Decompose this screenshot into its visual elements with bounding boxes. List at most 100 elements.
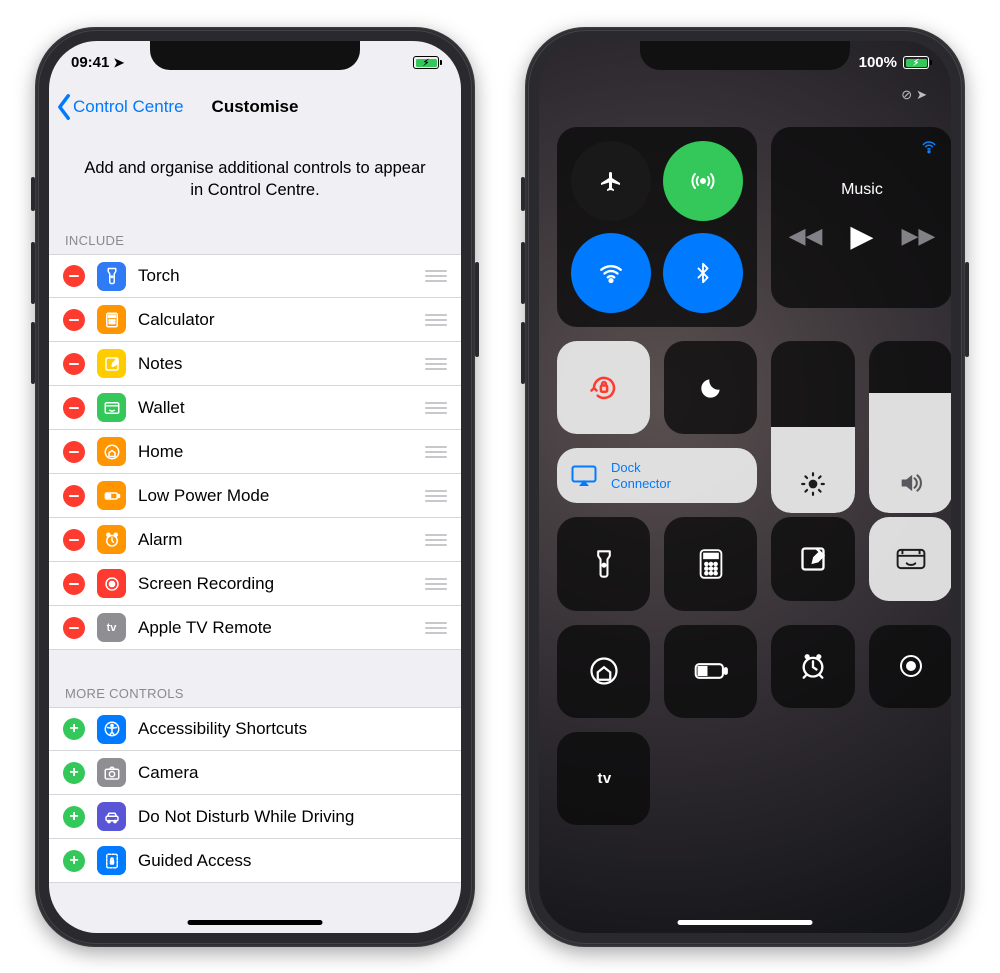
control-row-calculator: Calculator <box>49 298 461 342</box>
control-row-record: Screen Recording <box>49 562 461 606</box>
music-widget[interactable]: Music ◀◀ ▶ ▶▶ <box>771 127 951 308</box>
airplay-icon <box>920 139 938 157</box>
back-button[interactable]: Control Centre <box>51 93 184 121</box>
battery-icon: ⚡︎ <box>413 56 439 69</box>
location-status-icon: ➤ <box>916 87 927 103</box>
location-icon: ➤ <box>113 55 124 71</box>
section-header-more: MORE CONTROLS <box>49 680 461 707</box>
page-description: Add and organise additional controls to … <box>49 129 461 228</box>
mirror-line2: Connector <box>611 476 671 492</box>
screen-mirroring-button[interactable]: Dock Connector <box>557 448 757 503</box>
orientation-lock-status-icon: ⊘ <box>901 87 912 103</box>
nav-bar: Control Centre Customise <box>49 85 461 129</box>
calculator-button[interactable] <box>664 517 757 610</box>
control-row-notes: Notes <box>49 342 461 386</box>
orientation-lock-toggle[interactable] <box>557 341 650 434</box>
alarm-icon <box>97 525 126 554</box>
add-button[interactable] <box>63 850 85 872</box>
volume-slider[interactable] <box>869 341 951 513</box>
remove-button[interactable] <box>63 265 85 287</box>
remove-button[interactable] <box>63 529 85 551</box>
remove-button[interactable] <box>63 441 85 463</box>
camera-icon <box>97 758 126 787</box>
screen-recording-button[interactable] <box>869 625 951 709</box>
home-indicator[interactable] <box>188 920 323 925</box>
iphone-frame-settings: 09:41 ➤ ⚡︎ Control Centre Customise Add … <box>35 27 475 947</box>
car-icon <box>97 802 126 831</box>
guided-icon <box>97 846 126 875</box>
control-label: Torch <box>138 266 413 286</box>
apple-tv-remote-button[interactable]: tv <box>557 732 650 825</box>
calculator-icon <box>97 305 126 334</box>
control-label: Accessibility Shortcuts <box>138 719 447 739</box>
control-label: Apple TV Remote <box>138 618 413 638</box>
do-not-disturb-toggle[interactable] <box>664 341 757 434</box>
remove-button[interactable] <box>63 573 85 595</box>
iphone-frame-control-centre: 100% ⚡︎ ⊘ ➤ <box>525 27 965 947</box>
control-row-alarm: Alarm <box>49 518 461 562</box>
wallet-button[interactable] <box>869 517 951 601</box>
control-label: Guided Access <box>138 851 447 871</box>
torch-icon <box>97 262 126 291</box>
control-label: Camera <box>138 763 447 783</box>
connectivity-group <box>557 127 757 327</box>
control-label: Screen Recording <box>138 574 413 594</box>
record-icon <box>900 655 922 677</box>
notes-button[interactable] <box>771 517 855 601</box>
remove-button[interactable] <box>63 485 85 507</box>
control-row-car: Do Not Disturb While Driving <box>49 795 461 839</box>
add-button[interactable] <box>63 718 85 740</box>
control-label: Alarm <box>138 530 413 550</box>
brightness-slider[interactable] <box>771 341 855 513</box>
control-row-home: Home <box>49 430 461 474</box>
control-row-guided: Guided Access <box>49 839 461 883</box>
accessibility-icon <box>97 715 126 744</box>
drag-handle[interactable] <box>425 578 447 590</box>
low-power-mode-button[interactable] <box>664 625 757 718</box>
drag-handle[interactable] <box>425 358 447 370</box>
section-header-include: INCLUDE <box>49 227 461 254</box>
torch-button[interactable] <box>557 517 650 610</box>
drag-handle[interactable] <box>425 490 447 502</box>
mirror-line1: Dock <box>611 460 671 476</box>
control-row-torch: Torch <box>49 254 461 298</box>
tv-icon: tv <box>97 613 126 642</box>
control-row-camera: Camera <box>49 751 461 795</box>
control-label: Do Not Disturb While Driving <box>138 807 447 827</box>
cellular-data-toggle[interactable] <box>663 141 743 221</box>
control-label: Calculator <box>138 310 413 330</box>
remove-button[interactable] <box>63 397 85 419</box>
wifi-toggle[interactable] <box>571 233 651 313</box>
drag-handle[interactable] <box>425 534 447 546</box>
drag-handle[interactable] <box>425 446 447 458</box>
control-label: Wallet <box>138 398 413 418</box>
notes-icon <box>97 349 126 378</box>
control-row-battery: Low Power Mode <box>49 474 461 518</box>
remove-button[interactable] <box>63 309 85 331</box>
remove-button[interactable] <box>63 617 85 639</box>
drag-handle[interactable] <box>425 314 447 326</box>
status-time: 09:41 <box>71 54 109 71</box>
drag-handle[interactable] <box>425 270 447 282</box>
home-button[interactable] <box>557 625 650 718</box>
previous-track-button[interactable]: ◀◀ <box>789 223 823 249</box>
drag-handle[interactable] <box>425 622 447 634</box>
add-button[interactable] <box>63 762 85 784</box>
drag-handle[interactable] <box>425 402 447 414</box>
music-title: Music <box>841 181 883 199</box>
airplane-mode-toggle[interactable] <box>571 141 651 221</box>
back-label: Control Centre <box>73 97 184 117</box>
record-icon <box>97 569 126 598</box>
brightness-icon <box>800 471 826 497</box>
battery-percent: 100% <box>859 54 897 71</box>
add-button[interactable] <box>63 806 85 828</box>
control-label: Notes <box>138 354 413 374</box>
bluetooth-toggle[interactable] <box>663 233 743 313</box>
play-button[interactable]: ▶ <box>850 219 873 254</box>
home-indicator[interactable] <box>678 920 813 925</box>
alarm-button[interactable] <box>771 625 855 709</box>
next-track-button[interactable]: ▶▶ <box>902 223 936 249</box>
remove-button[interactable] <box>63 353 85 375</box>
home-icon <box>97 437 126 466</box>
airplay-icon <box>571 465 597 487</box>
